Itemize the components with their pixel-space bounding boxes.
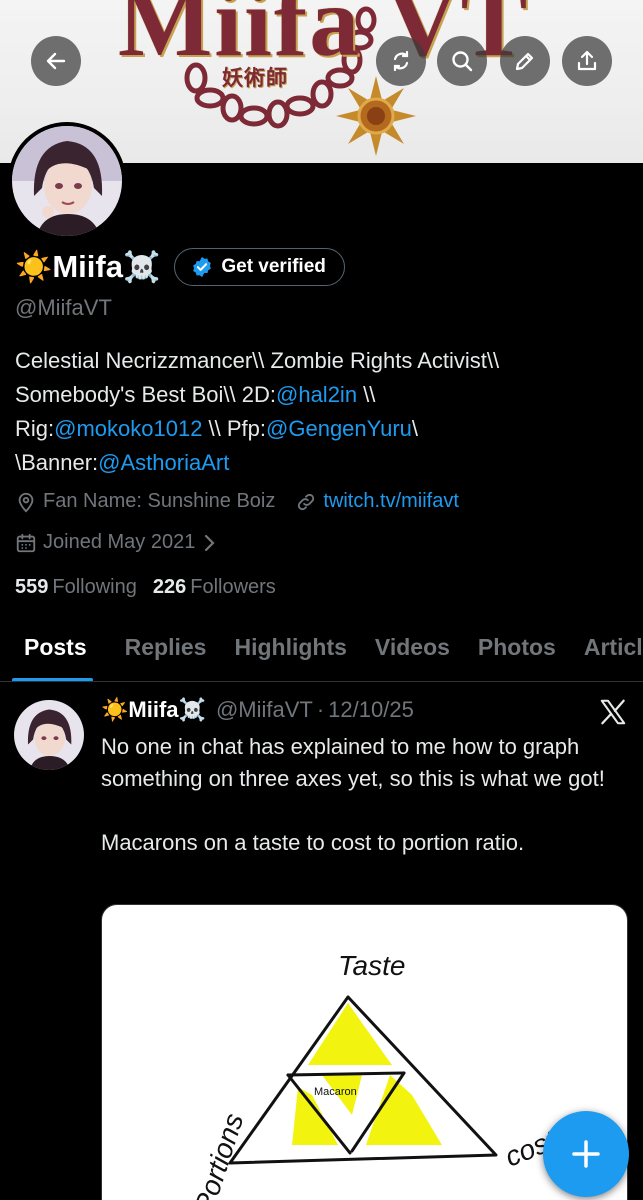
skull-emoji: ☠️ [178,697,206,723]
bio-text: Rig: [15,416,55,441]
joined-row[interactable]: Joined May 2021 [15,531,217,554]
pencil-icon [515,52,534,71]
followers-label: Followers [190,576,276,598]
following-stat[interactable]: 559 Following [15,576,137,599]
label-taste: Taste [338,950,405,981]
follow-stats: 559 Following 226 Followers [15,576,276,599]
followers-count: 226 [152,576,187,598]
profile-handle: @MiifaVT [15,295,112,320]
search-button[interactable] [437,36,487,86]
share-icon [577,50,597,71]
skull-emoji: ☠️ [122,249,161,285]
bio-line-1: Celestial Necrizzmancer\\ Zombie Rights … [15,348,500,373]
search-icon [452,51,473,72]
label-macaron: Macaron [314,1086,357,1098]
bio-text: Somebody's Best Boi\\ 2D: [15,382,276,407]
get-verified-label: Get verified [221,256,326,277]
mention-link-asthoriaart[interactable]: @AsthoriaArt [98,450,229,475]
post-date[interactable]: 12/10/25 [328,697,414,723]
back-button[interactable] [31,36,81,86]
post-paragraph-1: No one in chat has explained to me how t… [101,734,605,791]
link-icon [298,493,315,510]
tab-videos[interactable]: Videos [361,620,464,681]
post-separator: · [316,697,325,722]
following-label: Following [52,576,137,598]
sun-emoji: ☀️ [101,697,129,723]
joined-text: Joined May 2021 [43,531,196,553]
compose-post-button[interactable] [543,1111,629,1197]
bio-text: \ [411,416,419,441]
axis-label-top: Taste [338,950,405,981]
plus-icon [572,1140,600,1168]
bio-text: \\ [357,382,376,407]
tab-articles[interactable]: Articles [570,620,643,681]
display-name: Miifa [52,249,123,284]
location-item: Fan Name: Sunshine Boiz [15,490,275,513]
website-item[interactable]: twitch.tv/miifavt [295,490,459,513]
location-text: Fan Name: Sunshine Boiz [43,490,276,512]
mention-link-mokoko1012[interactable]: @mokoko1012 [54,416,202,441]
banner-kanji: 妖術師 [222,67,288,90]
post-author-handle[interactable]: @MiifaVT [216,697,313,723]
bio-text: \\ Pfp: [202,416,267,441]
avatar-image [14,700,84,770]
post-paragraph-2: Macarons on a taste to cost to portion r… [101,830,525,855]
axis-label-left: Portions [188,1110,249,1200]
tab-posts[interactable]: Posts [0,620,101,681]
post-x-button[interactable] [598,697,628,732]
share-button[interactable] [562,36,612,86]
profile-bio: Celestial Necrizzmancer\\ Zombie Rights … [15,344,635,480]
verified-badge-icon [193,256,212,278]
profile-meta-row: Fan Name: Sunshine Boiz twitch.tv/miifav… [15,490,459,513]
arrow-left-icon [46,52,66,70]
tab-highlights[interactable]: Highlights [220,620,360,681]
calendar-icon [16,533,36,552]
tab-replies[interactable]: Replies [101,620,221,681]
post-text: No one in chat has explained to me how t… [101,731,631,859]
location-pin-icon [18,492,34,512]
bio-line-4: \Banner:@AsthoriaArt [15,446,635,480]
following-count: 559 [15,576,49,598]
label-portions: Portions [188,1110,249,1200]
profile-name-row: ☀️ Miifa ☠️ Get verified [15,248,345,286]
post-author-avatar[interactable] [14,700,84,770]
post-author-name[interactable]: Miifa [128,697,178,723]
avatar-image [12,126,122,236]
bio-text: \Banner: [15,450,99,475]
mention-link-gengenyuru[interactable]: @GengenYuru [266,416,412,441]
sun-emoji: ☀️ [15,249,53,285]
edit-button[interactable] [500,36,550,86]
website-link[interactable]: twitch.tv/miifavt [323,490,459,513]
bio-line-2: Somebody's Best Boi\\ 2D:@hal2in \\ [15,378,635,412]
x-logo-icon [600,699,626,725]
joined-item[interactable]: Joined May 2021 [15,531,217,554]
tab-photos[interactable]: Photos [464,620,570,681]
bio-line-3: Rig:@mokoko1012 \\ Pfp:@GengenYuru\ [15,412,635,446]
chevron-right-icon [205,534,215,551]
post-header: ☀️ Miifa ☠️ @MiifaVT · 12/10/25 [101,697,414,723]
repost-button[interactable] [376,36,426,86]
mention-link-hal2in[interactable]: @hal2in [276,382,357,407]
profile-tabs: Posts Replies Highlights Videos Photos A… [0,620,643,682]
get-verified-button[interactable]: Get verified [174,248,345,286]
repost-icon [393,50,409,72]
followers-stat[interactable]: 226 Followers [153,576,276,599]
profile-avatar[interactable] [8,122,126,240]
